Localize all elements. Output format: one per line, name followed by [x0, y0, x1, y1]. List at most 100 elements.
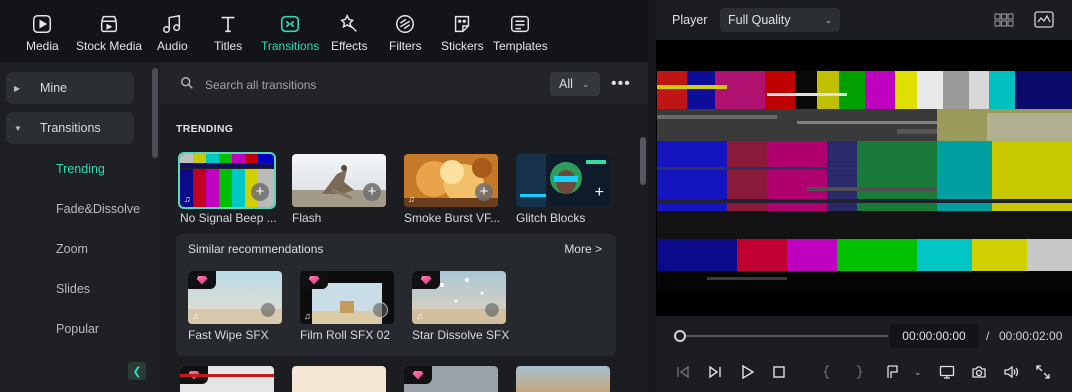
transition-thumbnail: +: [292, 154, 386, 207]
stickers-icon: [450, 12, 474, 36]
filter-value: All: [559, 77, 573, 91]
no-signal-frame: [657, 71, 1072, 293]
transitions-icon: [278, 12, 302, 36]
player-panel: Player Full Quality ⌄ 00:00:00:00 / 00:0…: [656, 0, 1072, 392]
collapse-sidebar-button[interactable]: ❮: [128, 362, 146, 380]
tool-label: Stock Media: [76, 39, 143, 53]
transition-card[interactable]: + Flash: [292, 154, 386, 225]
search-input[interactable]: Search all transitions: [205, 78, 316, 92]
tool-label: Stickers: [441, 39, 484, 53]
tool-effects[interactable]: Effects: [331, 12, 367, 53]
sidebar-group-label: Transitions: [40, 121, 101, 135]
sidebar-item-fade-dissolve[interactable]: Fade&Dissolve: [56, 202, 140, 216]
add-icon[interactable]: +: [363, 183, 381, 201]
transition-card[interactable]: [292, 366, 386, 392]
transition-thumbnail: ♫: [412, 271, 506, 324]
monitor-icon: [939, 365, 955, 379]
transition-name: No Signal Beep ...: [180, 211, 277, 225]
premium-gem-icon: [300, 271, 328, 289]
transition-name: Star Dissolve SFX: [412, 328, 510, 342]
thumbnail-stripe: [180, 374, 274, 377]
stop-icon: [773, 366, 785, 378]
transition-card[interactable]: [180, 366, 274, 392]
tool-templates[interactable]: Templates: [493, 12, 548, 53]
snapshot-button[interactable]: [970, 363, 988, 381]
transition-name: Film Roll SFX 02: [300, 328, 391, 342]
tool-media[interactable]: Media: [26, 12, 59, 53]
timeline-track[interactable]: [680, 335, 888, 337]
tool-titles[interactable]: Titles: [214, 12, 242, 53]
transition-thumbnail: ♫: [300, 271, 394, 324]
transition-card[interactable]: [516, 366, 610, 392]
volume-icon: [1004, 365, 1019, 379]
transition-card[interactable]: ♫ + Smoke Burst VF...: [404, 154, 500, 225]
sidebar-item-trending[interactable]: Trending: [56, 162, 105, 176]
camera-icon: [972, 366, 986, 378]
transition-thumbnail: ♫: [188, 271, 282, 324]
playhead-handle[interactable]: [674, 330, 686, 342]
titles-icon: [216, 12, 240, 36]
marker-button[interactable]: [884, 363, 902, 381]
download-icon[interactable]: [484, 302, 500, 318]
transition-name: Smoke Burst VF...: [404, 211, 501, 225]
tool-transitions[interactable]: Transitions: [261, 12, 319, 53]
premium-gem-icon: [404, 366, 432, 384]
chevron-down-icon[interactable]: ⌄: [914, 367, 922, 378]
play-button[interactable]: [738, 363, 756, 381]
transition-card[interactable]: ♫ + No Signal Beep ...: [178, 152, 277, 225]
tool-stock-media[interactable]: Stock Media: [76, 12, 142, 53]
sidebar-scrollbar[interactable]: [152, 68, 158, 158]
display-settings-button[interactable]: [938, 363, 956, 381]
add-icon[interactable]: +: [595, 185, 604, 201]
download-icon[interactable]: [260, 302, 276, 318]
fullscreen-icon: [1036, 365, 1050, 379]
search-icon: [181, 77, 193, 89]
mark-in-button[interactable]: [818, 363, 836, 381]
transition-thumbnail: ♫ +: [404, 154, 498, 207]
tool-stickers[interactable]: Stickers: [441, 12, 484, 53]
recommended-card[interactable]: ♫ Star Dissolve SFX: [412, 271, 509, 342]
mark-out-button[interactable]: [850, 363, 868, 381]
sidebar-item-zoom[interactable]: Zoom: [56, 242, 88, 256]
library-panel: Media Stock Media Audio Titles Transitio…: [0, 0, 648, 392]
current-time[interactable]: 00:00:00:00: [890, 324, 978, 348]
sidebar-group-label: Mine: [40, 81, 68, 95]
sound-effect-icon: ♫: [184, 194, 191, 204]
volume-button[interactable]: [1002, 363, 1020, 381]
content-scrollbar[interactable]: [640, 137, 646, 185]
premium-gem-icon: [412, 271, 440, 289]
recommended-card[interactable]: ♫ Fast Wipe SFX: [188, 271, 282, 342]
sidebar-group-transitions[interactable]: ▼ Transitions: [6, 112, 134, 144]
filter-dropdown[interactable]: All ⌄: [550, 72, 600, 96]
tool-audio[interactable]: Audio: [157, 12, 188, 53]
transition-name: Fast Wipe SFX: [188, 328, 269, 342]
recommended-card[interactable]: ♫ Film Roll SFX 02: [300, 271, 394, 342]
add-icon[interactable]: +: [251, 183, 269, 201]
similar-title: Similar recommendations: [188, 242, 324, 256]
add-icon[interactable]: +: [475, 183, 493, 201]
fullscreen-button[interactable]: [1034, 363, 1052, 381]
quality-dropdown[interactable]: Full Quality ⌄: [720, 8, 840, 32]
sidebar-item-popular[interactable]: Popular: [56, 322, 99, 336]
previous-frame-icon: [677, 365, 689, 379]
download-icon[interactable]: [372, 302, 388, 318]
caret-right-icon: ▶: [14, 83, 21, 93]
tool-label: Audio: [157, 39, 188, 53]
next-frame-button[interactable]: [706, 363, 724, 381]
more-options-icon[interactable]: •••: [611, 75, 631, 93]
transition-thumbnail: +: [516, 154, 610, 207]
stop-button[interactable]: [770, 363, 788, 381]
sidebar-group-mine[interactable]: ▶ Mine: [6, 72, 134, 104]
chevron-down-icon: ⌄: [824, 14, 832, 25]
waveform-icon[interactable]: [1034, 11, 1054, 28]
sidebar-item-slides[interactable]: Slides: [56, 282, 90, 296]
tool-filters[interactable]: Filters: [389, 12, 422, 53]
tool-label: Templates: [493, 39, 548, 53]
video-preview[interactable]: [656, 40, 1072, 316]
sound-effect-icon: ♫: [304, 311, 311, 321]
transition-card[interactable]: [404, 366, 498, 392]
previous-frame-button[interactable]: [674, 363, 692, 381]
transition-card[interactable]: + Glitch Blocks: [516, 154, 610, 225]
more-link[interactable]: More >: [564, 242, 602, 256]
compare-view-icon[interactable]: [994, 13, 1014, 27]
